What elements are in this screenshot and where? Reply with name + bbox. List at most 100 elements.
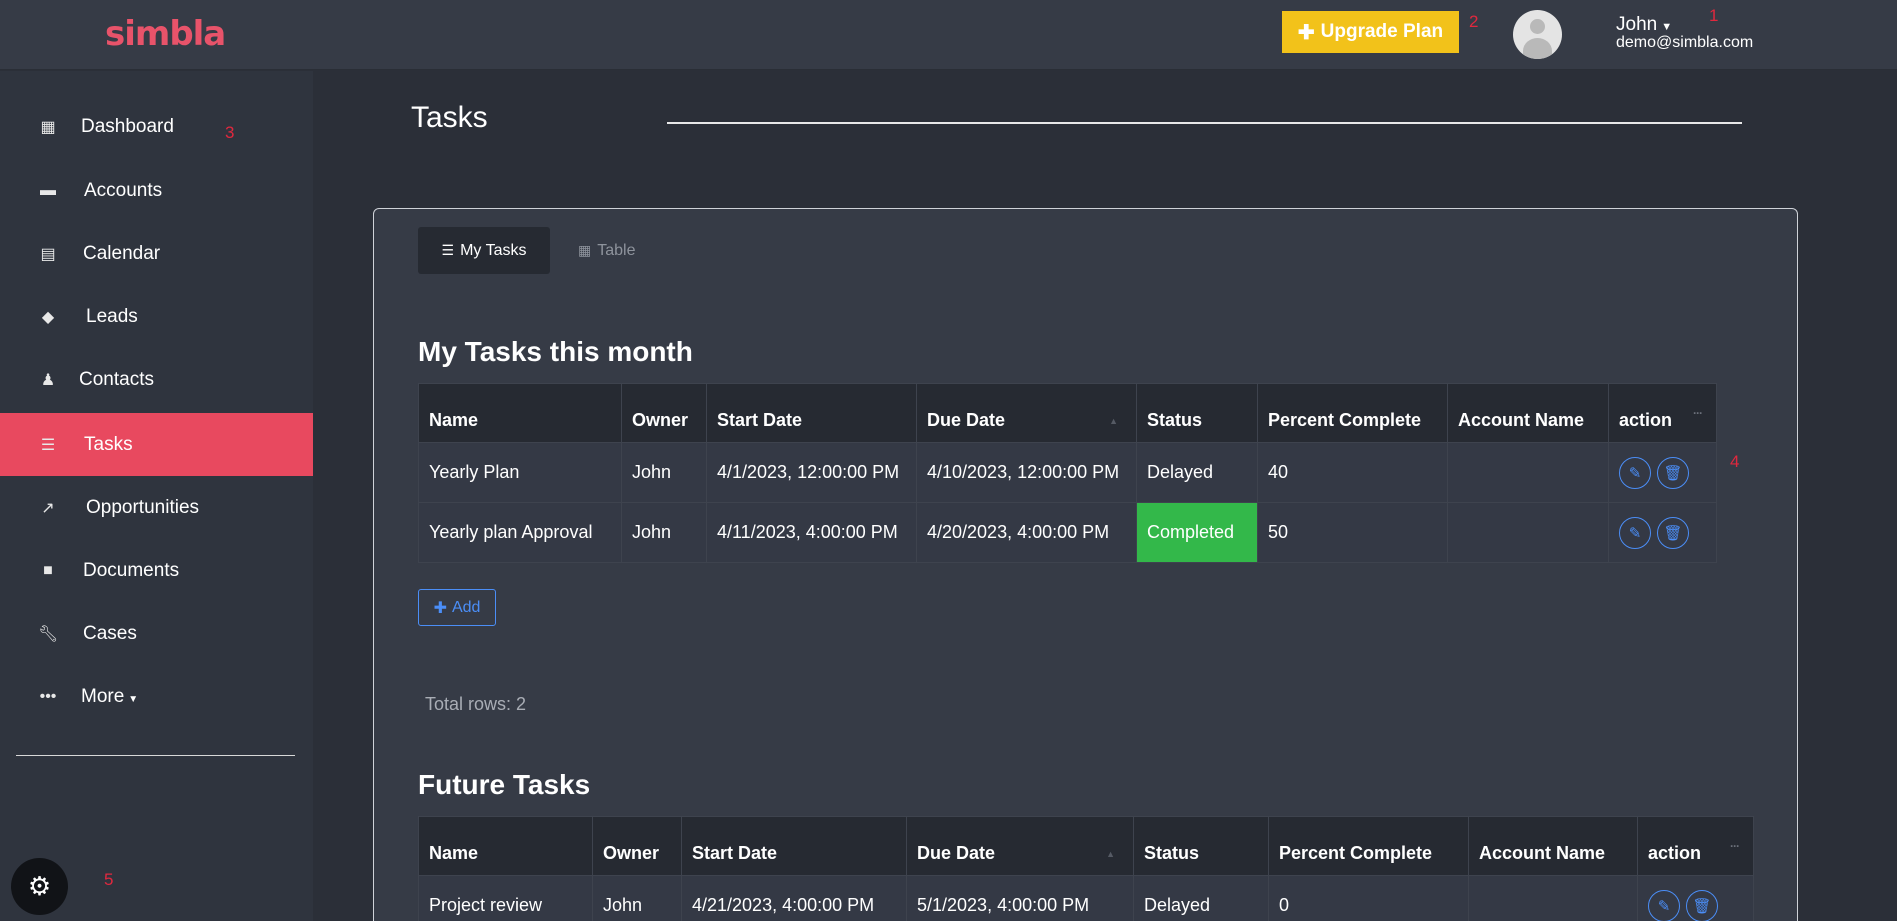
person-icon: ♟ [40,371,56,389]
title-divider [667,122,1742,124]
column-header-start-date[interactable]: Start Date [681,816,907,876]
cell-status: Delayed [1133,875,1269,921]
caret-down-icon: ▼ [1661,21,1673,33]
sidebar-item-label: Dashboard [81,115,174,137]
gear-icon: ⚙ [27,871,52,901]
cell-percent-complete: 0 [1268,875,1469,921]
sidebar-item-cases[interactable]: 🔧︎ Cases [0,602,313,665]
tab-label: Table [597,241,636,259]
sidebar: ▦ Dashboard 3 ▬ Accounts ▤ Calendar ◆ Le… [0,71,313,921]
column-header-action[interactable]: action ··· [1608,383,1717,443]
cell-due-date: 4/20/2023, 4:00:00 PM [916,502,1137,563]
tab-label: My Tasks [460,241,527,259]
sidebar-item-accounts[interactable]: ▬ Accounts [0,159,313,222]
sidebar-item-label: Tasks [84,433,133,455]
column-header-account-name[interactable]: Account Name [1447,383,1609,443]
cell-owner: John [621,442,707,503]
qr-icon: ▦ [40,118,56,136]
delete-trash-icon[interactable]: 🗑︎ [1686,889,1718,921]
dots-icon: ··· [1693,406,1703,420]
avatar-body-icon [1523,38,1552,59]
sidebar-item-dashboard[interactable]: ▦ Dashboard [0,95,313,158]
column-header-start-date[interactable]: Start Date [706,383,917,443]
cell-percent-complete: 50 [1257,502,1448,563]
user-name: John [1616,14,1658,35]
chart-icon: ↗ [41,499,55,517]
edit-pencil-icon[interactable]: ✎ [1619,456,1651,489]
delete-trash-icon[interactable]: 🗑︎ [1657,516,1689,549]
user-menu[interactable]: John ▼ [1616,14,1672,36]
section-title-my-tasks: My Tasks this month [418,336,693,367]
upgrade-plan-button[interactable]: ✚ Upgrade Plan [1282,11,1459,53]
plus-icon: ✚ [1297,21,1315,44]
table-header-row: Name Owner Start Date Due Date ▲ Status P… [418,383,1717,443]
column-header-due-date[interactable]: Due Date ▲ [916,383,1137,443]
table-row[interactable]: Project review John 4/21/2023, 4:00:00 P… [418,875,1754,921]
marker-2: 2 [1469,12,1479,31]
sidebar-item-label: More ▼ [81,685,139,707]
user-email: demo@simbla.com [1616,34,1754,51]
column-header-owner[interactable]: Owner [621,383,707,443]
table-row[interactable]: Yearly Plan John 4/1/2023, 12:00:00 PM 4… [418,442,1717,503]
sidebar-item-leads[interactable]: ◆ Leads [0,285,313,348]
sidebar-item-more[interactable]: ••• More ▼ [0,665,313,728]
cell-due-date: 4/10/2023, 12:00:00 PM [916,442,1137,503]
sidebar-item-label: Contacts [79,368,154,390]
cell-account-name [1447,442,1609,503]
avatar[interactable] [1513,10,1562,59]
column-header-label: action [1648,843,1702,863]
sidebar-item-tasks[interactable]: ☰ Tasks [0,413,313,476]
sidebar-item-opportunities[interactable]: ↗ Opportunities [0,476,313,539]
column-header-label: action [1619,410,1673,430]
edit-pencil-icon[interactable]: ✎ [1648,889,1680,921]
column-header-label: Due Date [927,410,1006,430]
tasks-icon: ☰ [441,242,455,258]
tab-my-tasks[interactable]: ☰ My Tasks [418,227,550,274]
column-header-action[interactable]: action ··· [1637,816,1754,876]
edit-pencil-icon[interactable]: ✎ [1619,516,1651,549]
column-header-owner[interactable]: Owner [592,816,682,876]
my-tasks-table: Name Owner Start Date Due Date ▲ Status P… [418,383,1717,563]
sidebar-item-label: Accounts [84,179,163,201]
marker-5: 5 [104,870,114,889]
marker-1: 1 [1709,6,1719,25]
caret-down-icon: ▼ [128,693,139,705]
add-label: Add [451,598,481,616]
column-header-due-date[interactable]: Due Date ▲ [906,816,1134,876]
sort-icon: ▲ [1109,416,1118,426]
cell-action: ✎ 🗑︎ [1608,442,1717,503]
cell-start-date: 4/1/2023, 12:00:00 PM [706,442,917,503]
tab-table[interactable]: ▦ Table [578,227,635,274]
sidebar-item-calendar[interactable]: ▤ Calendar [0,222,313,285]
column-header-account-name[interactable]: Account Name [1468,816,1638,876]
table-row[interactable]: Yearly plan Approval John 4/11/2023, 4:0… [418,502,1717,563]
column-header-name[interactable]: Name [418,816,593,876]
table-header-row: Name Owner Start Date Due Date ▲ Status P… [418,816,1754,876]
cell-due-date: 5/1/2023, 4:00:00 PM [906,875,1134,921]
delete-trash-icon[interactable]: 🗑︎ [1657,456,1689,489]
tasks-card [373,208,1798,921]
sidebar-item-label: Opportunities [86,496,200,518]
sidebar-item-contacts[interactable]: ♟ Contacts [0,348,313,411]
tags-icon: ◆ [41,308,55,326]
column-header-status[interactable]: Status [1133,816,1269,876]
upgrade-plan-label: Upgrade Plan [1320,21,1444,42]
column-header-percent-complete[interactable]: Percent Complete [1257,383,1448,443]
cell-account-name [1447,502,1609,563]
avatar-head-icon [1530,19,1545,34]
sidebar-item-documents[interactable]: ■ Documents [0,539,313,602]
cell-status: Completed [1136,502,1258,563]
cell-name: Yearly Plan [418,442,622,503]
column-header-status[interactable]: Status [1136,383,1258,443]
column-header-percent-complete[interactable]: Percent Complete [1268,816,1469,876]
column-header-name[interactable]: Name [418,383,622,443]
simbla-logo[interactable]: simbla [105,14,226,54]
cell-owner: John [592,875,682,921]
sort-icon: ▲ [1106,849,1115,859]
settings-gear-button[interactable]: ⚙ [11,858,68,915]
cell-name: Project review [418,875,593,921]
add-task-button[interactable]: ✚ Add [418,589,496,626]
tasks-icon: ☰ [40,436,56,454]
cell-owner: John [621,502,707,563]
page-title: Tasks [411,101,488,134]
